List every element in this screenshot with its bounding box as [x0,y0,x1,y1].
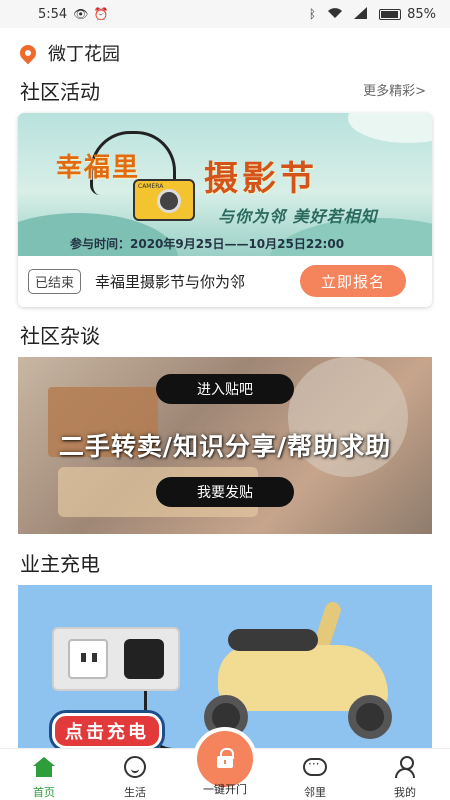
scooter-wheel [348,695,392,739]
new-post-button[interactable]: 我要发贴 [156,477,294,507]
unlock-door-button[interactable] [197,731,253,787]
section-title-charging: 业主充电 [20,552,100,576]
tab-life[interactable]: 生活 [95,755,175,800]
tab-unlock-label[interactable]: 一键开门 [185,781,265,797]
lock-icon [217,748,234,768]
section-title-forum: 社区杂谈 [20,324,100,348]
location-selector[interactable]: 微丁花园 [16,40,120,66]
section-title-events: 社区活动 [20,80,100,104]
power-socket-icon [52,627,180,691]
tab-bar: 首页 生活 一键开门 邻里 我的 [0,731,450,800]
camera-icon: CAMERA [133,179,195,221]
banner-title-a: 幸福里 [56,153,141,183]
alarm-icon: ⏰ [93,7,109,21]
eye-icon: 👁 [73,7,89,21]
user-icon [393,755,417,779]
bluetooth-icon: ᛒ [308,7,317,21]
signup-button[interactable]: 立即报名 [300,265,406,297]
enter-forum-button[interactable]: 进入贴吧 [156,374,294,404]
event-name: 幸福里摄影节与你为邻 [95,273,246,291]
location-pin-icon [16,41,40,65]
home-icon [32,755,56,779]
event-banner[interactable]: CAMERA 幸福里 摄影节 与你为邻 美好若相知 参与时间：2020年9月25… [18,113,432,256]
tab-mine-label: 我的 [394,786,416,799]
location-name: 微丁花园 [48,44,120,65]
wifi-icon [327,7,343,22]
tab-home[interactable]: 首页 [4,755,84,800]
charging-banner[interactable]: 点击充电 [18,585,432,750]
event-footer: 已结束 幸福里摄影节与你为邻 立即报名 [18,256,432,307]
battery-icon [379,8,402,20]
tab-mine[interactable]: 我的 [365,755,445,800]
tab-neighbors[interactable]: 邻里 [275,755,355,800]
tab-life-label: 生活 [124,786,146,799]
charge-label[interactable]: 点击充电 [52,713,162,749]
status-bar: 5:54 👁 ⏰ ᛒ 85% [0,0,450,28]
banner-tagline: 与你为邻 美好若相知 [218,207,378,226]
tab-home-label: 首页 [33,786,55,799]
signal-icon [354,6,368,22]
tab-neighbors-label: 邻里 [304,786,326,799]
status-badge: 已结束 [28,269,82,294]
smile-icon [123,755,147,779]
scooter-seat [228,629,318,651]
forum-card[interactable]: 进入贴吧 二手转卖/知识分享/帮助求助 我要发贴 [18,357,432,534]
event-card[interactable]: CAMERA 幸福里 摄影节 与你为邻 美好若相知 参与时间：2020年9月25… [18,113,432,307]
camera-label: CAMERA [138,183,164,190]
status-time: 5:54 [38,6,68,22]
chat-icon [303,755,327,779]
banner-date: 参与时间：2020年9月25日——10月25日22:00 [70,237,345,251]
forum-headline: 二手转卖/知识分享/帮助求助 [58,432,392,461]
banner-title-b: 摄影节 [204,159,318,199]
battery-percent: 85% [407,6,436,22]
more-events-link[interactable]: 更多精彩> [363,80,426,99]
